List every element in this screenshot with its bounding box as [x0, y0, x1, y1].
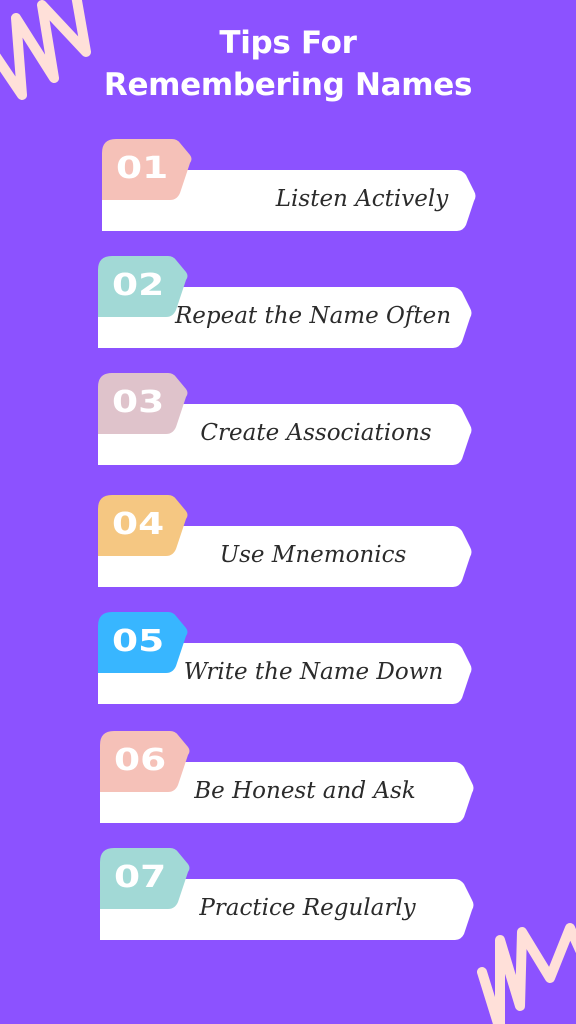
tip-card: 03 Create Associations: [98, 373, 478, 468]
tip-number: 06: [114, 743, 167, 778]
tip-label: Practice Regularly: [199, 895, 416, 921]
title-line-2: Remembering Names: [103, 67, 473, 103]
tip-label: Create Associations: [200, 420, 432, 446]
tip-number: 04: [112, 507, 165, 542]
tip-number: 01: [116, 151, 169, 186]
tip-card: 02 Repeat the Name Often: [98, 256, 478, 351]
tip-card: 05 Write the Name Down: [98, 612, 478, 707]
tip-label: Be Honest and Ask: [194, 778, 416, 804]
page-title: Tips For Remembering Names: [0, 22, 576, 106]
tip-card: 04 Use Mnemonics: [98, 495, 478, 590]
tip-number: 05: [112, 624, 165, 659]
tip-label: Write the Name Down: [183, 659, 444, 685]
tip-label: Use Mnemonics: [219, 542, 407, 568]
tip-number: 07: [114, 860, 167, 895]
tip-label: Repeat the Name Often: [174, 303, 452, 329]
title-line-1: Tips For: [219, 25, 357, 61]
squiggle-decoration-bottom-right: [477, 923, 576, 1024]
tip-number: 03: [112, 385, 165, 420]
tip-card: 01 Listen Actively: [102, 139, 482, 234]
tip-label: Listen Actively: [275, 186, 449, 212]
tip-card: 06 Be Honest and Ask: [100, 731, 480, 826]
tip-card: 07 Practice Regularly: [100, 848, 480, 943]
tip-number: 02: [112, 268, 165, 303]
